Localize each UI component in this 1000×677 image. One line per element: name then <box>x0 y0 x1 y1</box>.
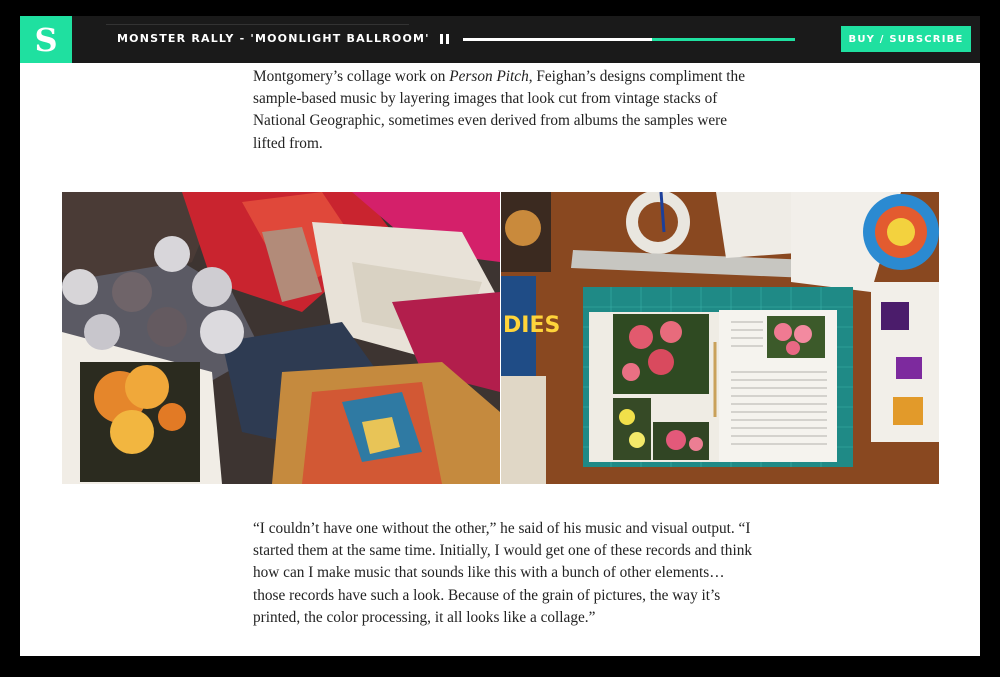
article-paragraph-1: Montgomery’s collage work on Person Pitc… <box>253 66 753 155</box>
buy-subscribe-button[interactable]: BUY / SUBSCRIBE <box>841 26 971 52</box>
album-title-italic: Person Pitch <box>449 68 529 85</box>
quote-text: “I couldn’t have one without the other,”… <box>253 520 752 626</box>
magazine-cover-text: DIES <box>503 313 560 338</box>
playback-progress-fill <box>463 38 653 41</box>
photo-pair: DIES <box>62 192 939 484</box>
playback-progress-bar[interactable] <box>463 38 795 41</box>
site-logo[interactable]: S <box>20 16 72 63</box>
now-playing-title: MONSTER RALLY - 'MOONLIGHT BALLROOM' <box>117 32 430 45</box>
paragraph-text: Montgomery’s collage work on <box>253 68 450 85</box>
title-divider <box>106 24 409 25</box>
collage-workspace-photo: DIES <box>501 192 939 484</box>
player-bar: S MONSTER RALLY - 'MOONLIGHT BALLROOM' B… <box>20 16 980 63</box>
article-paragraph-2: “I couldn’t have one without the other,”… <box>253 518 753 629</box>
browser-viewport: S MONSTER RALLY - 'MOONLIGHT BALLROOM' B… <box>20 16 980 656</box>
collage-cutouts-photo <box>62 192 500 484</box>
pause-icon[interactable] <box>440 34 450 44</box>
